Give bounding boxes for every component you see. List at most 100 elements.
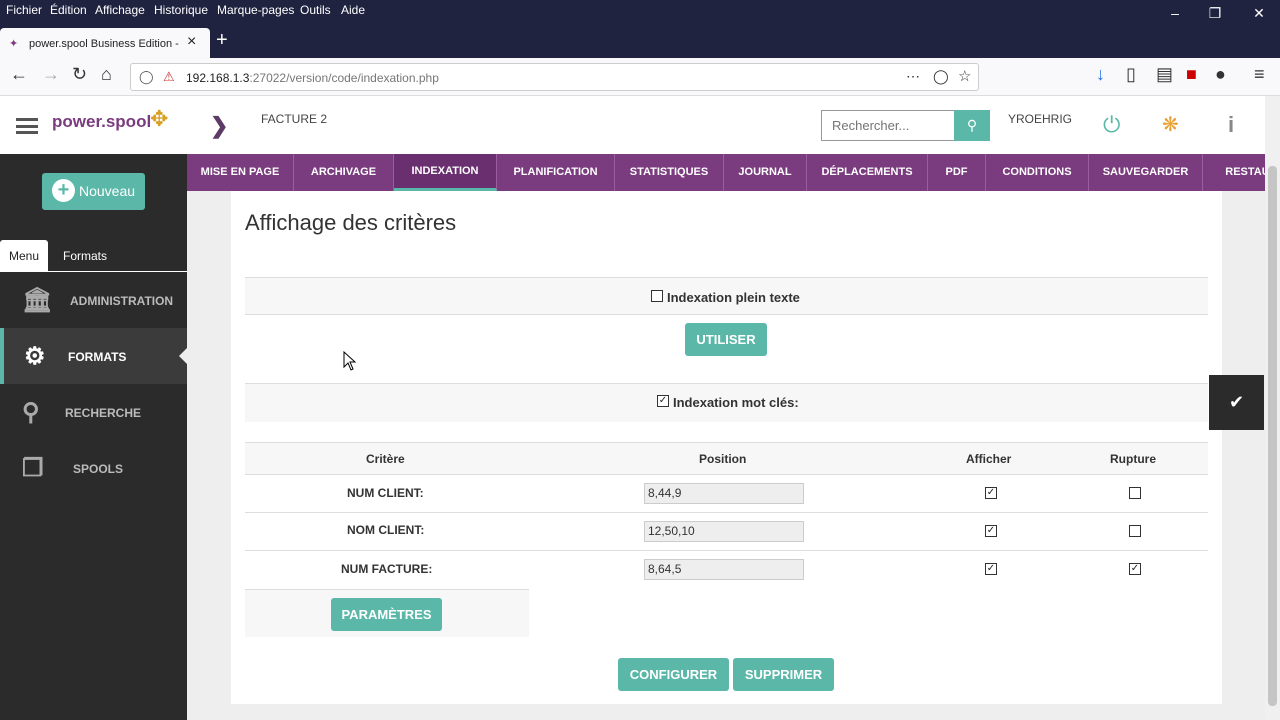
sidebar-item-formats[interactable]: ⚙ FORMATS <box>0 328 187 384</box>
menu-edition[interactable]: Édition <box>50 3 87 17</box>
new-tab-icon[interactable]: + <box>216 29 228 52</box>
app-header: power.spool ✥ ❯ FACTURE 2 ⚲ YROEHRIG ⏻ ❋… <box>0 96 1265 154</box>
sidebar-item-spools[interactable]: ❐ SPOOLS <box>0 440 187 496</box>
search-box: ⚲ <box>821 110 990 141</box>
url-bar[interactable]: ◯ ⚠ 192.168.1.3:27022/version/code/index… <box>130 63 979 91</box>
home-icon[interactable]: ⌂ <box>101 64 112 85</box>
tab-planification[interactable]: PLANIFICATION <box>497 154 615 191</box>
plus-icon: + <box>52 179 75 202</box>
browser-navbar: ← → ↻ ⌂ ◯ ⚠ 192.168.1.3:27022/version/co… <box>0 58 1280 96</box>
window-close-icon[interactable]: ✕ <box>1239 0 1279 26</box>
tab-formats[interactable]: Formats <box>63 249 107 263</box>
afficher-checkbox[interactable]: ✓ <box>985 563 997 575</box>
search-input[interactable] <box>822 111 955 140</box>
info-icon[interactable]: i <box>1228 112 1234 138</box>
critere-cell: NUM CLIENT: <box>347 486 424 500</box>
minimize-icon[interactable]: – <box>1155 0 1195 26</box>
nav-tabs: MISE EN PAGE ARCHIVAGE INDEXATION PLANIF… <box>187 154 1265 191</box>
tab-sauvegarder[interactable]: SAUVEGARDER <box>1089 154 1203 191</box>
afficher-checkbox[interactable]: ✓ <box>985 487 997 499</box>
shield-icon[interactable]: ◯ <box>139 69 154 85</box>
keyword-label: Indexation mot clés: <box>673 395 799 410</box>
tab-restaurer[interactable]: RESTAU <box>1203 154 1265 191</box>
forward-icon[interactable]: → <box>42 64 60 85</box>
username: YROEHRIG <box>1008 112 1073 126</box>
sidebar-item-label: RECHERCHE <box>65 406 142 420</box>
menu-fichier[interactable]: Fichier <box>6 3 42 17</box>
ublock-icon[interactable]: ■ <box>1186 64 1197 85</box>
download-icon[interactable]: ↓ <box>1096 64 1105 85</box>
menu-aide[interactable]: Aide <box>341 3 365 17</box>
afficher-checkbox[interactable]: ✓ <box>985 525 997 537</box>
tab-close-icon[interactable]: × <box>187 33 196 51</box>
favicon-icon: ✦ <box>9 38 19 50</box>
sidebar: + Nouveau Menu Formats 🏛 ADMINISTRATION … <box>0 154 187 720</box>
tab-pdf[interactable]: PDF <box>928 154 986 191</box>
configure-button[interactable]: CONFIGURER <box>618 658 729 691</box>
divider <box>245 512 1208 513</box>
bookmark-star-icon[interactable]: ☆ <box>958 67 971 85</box>
power-icon[interactable]: ⏻ <box>1103 112 1120 138</box>
scroll-thumb[interactable] <box>1268 166 1277 706</box>
browser-tab[interactable]: ✦ power.spool Business Edition - × <box>0 28 210 58</box>
menu-historique[interactable]: Historique <box>154 3 208 17</box>
col-afficher: Afficher <box>966 452 1012 466</box>
position-input[interactable]: 8,44,9 <box>644 483 804 504</box>
back-icon[interactable]: ← <box>10 64 28 85</box>
page-scrollbar[interactable] <box>1265 96 1280 720</box>
sidebar-item-recherche[interactable]: ⚲ RECHERCHE <box>0 384 187 440</box>
menu-marque-pages[interactable]: Marque-pages <box>217 3 294 17</box>
critere-cell: NUM FACTURE: <box>341 562 433 576</box>
keyword-checkbox[interactable]: ✓ <box>657 395 669 407</box>
rupture-checkbox[interactable] <box>1129 487 1141 499</box>
document-title: FACTURE 2 <box>261 112 328 126</box>
rupture-checkbox[interactable]: ✓ <box>1129 563 1141 575</box>
params-button[interactable]: PARAMÈTRES <box>331 598 442 631</box>
sidebar-item-administration[interactable]: 🏛 ADMINISTRATION <box>0 272 187 328</box>
sidebar-item-label: FORMATS <box>68 350 127 364</box>
logo-mark-icon: ✥ <box>150 106 169 131</box>
tab-indexation[interactable]: INDEXATION <box>394 154 497 191</box>
hamburger-menu-icon[interactable]: ≡ <box>1254 64 1265 85</box>
tab-archivage[interactable]: ARCHIVAGE <box>294 154 394 191</box>
tab-conditions[interactable]: CONDITIONS <box>986 154 1089 191</box>
tab-mise-en-page[interactable]: MISE EN PAGE <box>187 154 294 191</box>
tab-deplacements[interactable]: DÉPLACEMENTS <box>807 154 928 191</box>
menu-outils[interactable]: Outils <box>300 3 331 17</box>
url-text[interactable]: 192.168.1.3:27022/version/code/indexatio… <box>186 71 439 85</box>
insecure-lock-icon[interactable]: ⚠ <box>163 69 175 85</box>
tab-statistiques[interactable]: STATISTIQUES <box>615 154 724 191</box>
tab-menu[interactable]: Menu <box>0 240 48 272</box>
restore-icon[interactable]: ❐ <box>1195 0 1235 26</box>
search-icon: ⚲ <box>22 399 40 426</box>
sidebar-toggle-icon[interactable]: ▤ <box>1156 64 1173 85</box>
check-icon: ✔ <box>1228 392 1245 412</box>
col-critere: Critère <box>366 452 405 466</box>
search-icon: ⚲ <box>966 117 978 133</box>
save-check-button[interactable]: ✔ <box>1209 375 1264 430</box>
library-icon[interactable]: ▯ <box>1126 64 1136 85</box>
position-input[interactable]: 12,50,10 <box>644 521 804 542</box>
fulltext-checkbox[interactable] <box>651 290 663 302</box>
pocket-icon[interactable]: ◯ <box>933 68 949 85</box>
menu-affichage[interactable]: Affichage <box>95 3 145 17</box>
delete-button[interactable]: SUPPRIMER <box>733 658 834 691</box>
tab-journal[interactable]: JOURNAL <box>724 154 807 191</box>
cubes-icon: ❐ <box>22 455 44 482</box>
tab-title: power.spool Business Edition - <box>29 38 179 50</box>
position-input[interactable]: 8,64,5 <box>644 559 804 580</box>
col-position: Position <box>699 452 747 466</box>
hamburger-icon[interactable] <box>16 118 38 134</box>
bug-icon[interactable]: ❋ <box>1162 112 1179 137</box>
chevron-right-icon[interactable]: ❯ <box>210 113 228 139</box>
search-button[interactable]: ⚲ <box>954 110 990 141</box>
reload-icon[interactable]: ↻ <box>72 64 87 85</box>
account-icon[interactable]: ● <box>1215 64 1226 85</box>
sidebar-item-label: SPOOLS <box>73 462 124 476</box>
rupture-checkbox[interactable] <box>1129 525 1141 537</box>
sidebar-tabs: Menu Formats <box>0 238 187 272</box>
use-button[interactable]: UTILISER <box>685 323 767 356</box>
page-actions-icon[interactable]: ⋯ <box>906 68 920 85</box>
new-button[interactable]: + Nouveau <box>42 173 145 210</box>
page-title: Affichage des critères <box>245 210 457 235</box>
